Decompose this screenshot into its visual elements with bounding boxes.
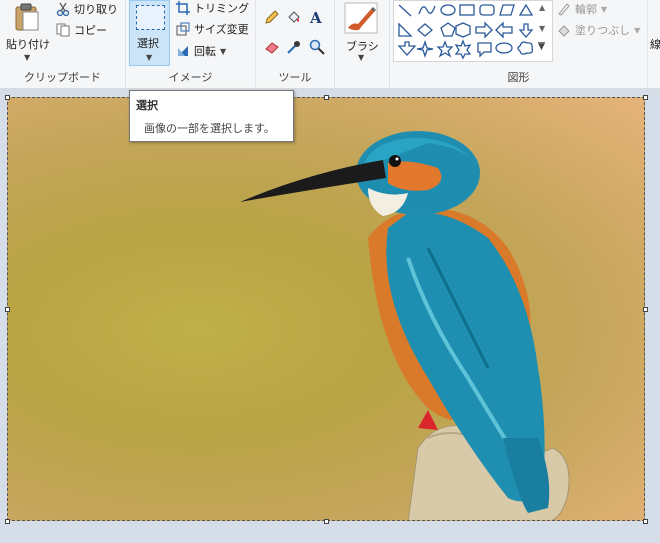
brush-dropdown-icon[interactable]: ▼ xyxy=(358,53,364,62)
resize-icon xyxy=(176,22,190,36)
outline-icon xyxy=(558,3,570,16)
outline-label: 輪郭 xyxy=(575,3,597,16)
kingfisher-illustration xyxy=(240,131,570,520)
shapes-scroll-up-icon[interactable]: ▲ xyxy=(539,3,545,12)
paste-label: 貼り付け xyxy=(6,38,50,51)
tooltip-title: 選択 xyxy=(136,99,158,112)
shapes-expand-icon[interactable]: ▼ xyxy=(538,42,545,52)
outline-button[interactable]: 輪郭 ▼ xyxy=(557,1,607,17)
fill-button[interactable]: 塗りつぶし ▼ xyxy=(557,22,640,38)
eraser-icon[interactable] xyxy=(264,39,280,55)
copy-icon xyxy=(56,23,70,37)
paste-button[interactable]: 貼り付け ▼ xyxy=(0,0,52,66)
resize-handle-mid-right[interactable] xyxy=(643,307,648,312)
shape-fill-icon xyxy=(558,25,570,37)
paste-dropdown-icon[interactable]: ▼ xyxy=(24,53,30,62)
magnifier-icon[interactable] xyxy=(309,39,325,55)
shapes-group-label: 図形 xyxy=(507,71,530,84)
pencil-icon[interactable] xyxy=(264,9,280,25)
brush-button[interactable]: ブラシ ▼ xyxy=(338,0,386,66)
crop-label: トリミング xyxy=(194,2,249,15)
resize-handle-top-left[interactable] xyxy=(5,95,10,100)
shapes-gallery-icons xyxy=(397,3,534,60)
resize-handle-bottom-left[interactable] xyxy=(5,519,10,524)
brush-icon xyxy=(344,2,378,34)
text-icon[interactable]: A xyxy=(309,9,325,25)
crop-button[interactable]: トリミング xyxy=(176,0,249,16)
crop-icon xyxy=(176,1,190,15)
clipboard-group-label: クリップボード xyxy=(24,71,101,84)
resize-handle-top-right[interactable] xyxy=(643,95,648,100)
clipboard-group: 貼り付け ▼ 切り取り コピー クリップボード xyxy=(0,0,126,88)
kingfisher-photo[interactable] xyxy=(7,97,645,521)
copy-label: コピー xyxy=(74,24,107,37)
rotate-label: 回転 xyxy=(194,45,216,58)
resize-handle-bottom-mid[interactable] xyxy=(324,519,329,524)
brush-label: ブラシ xyxy=(346,40,379,53)
rotate-button[interactable]: 回転 ▼ xyxy=(176,43,226,59)
shapes-gallery[interactable] xyxy=(393,0,553,62)
rotate-icon xyxy=(178,46,188,56)
select-label: 選択 xyxy=(137,37,159,50)
tools-group-label: ツール xyxy=(278,71,312,84)
select-tooltip: 選択 画像の一部を選択します。 xyxy=(129,90,294,142)
outline-dropdown-icon[interactable]: ▼ xyxy=(601,5,607,14)
line-width-label: 線 xyxy=(650,38,660,51)
tooltip-description: 画像の一部を選択します。 xyxy=(144,122,275,135)
cut-button[interactable]: 切り取り xyxy=(56,1,118,17)
paste-icon xyxy=(15,3,39,31)
color-picker-icon[interactable] xyxy=(286,39,302,55)
fill-icon[interactable] xyxy=(286,9,302,25)
tools-group: A ツール xyxy=(256,0,335,88)
select-dropdown-icon[interactable]: ▼ xyxy=(146,53,152,62)
resize-handle-bottom-right[interactable] xyxy=(643,519,648,524)
copy-button[interactable]: コピー xyxy=(56,22,107,38)
resize-label: サイズ変更 xyxy=(194,23,249,36)
ribbon: 貼り付け ▼ 切り取り コピー クリップボード イメージ 選択 ▼ トリミング … xyxy=(0,0,660,89)
scissors-icon xyxy=(56,2,70,16)
fill-dropdown-icon[interactable]: ▼ xyxy=(634,26,640,35)
svg-text:A: A xyxy=(309,9,322,25)
fill-label: 塗りつぶし xyxy=(575,24,631,37)
resize-handle-mid-left[interactable] xyxy=(5,307,10,312)
resize-handle-top-mid[interactable] xyxy=(324,95,329,100)
image-group-label: イメージ xyxy=(168,71,213,84)
resize-button[interactable]: サイズ変更 xyxy=(176,21,249,37)
shapes-scroll-down-icon[interactable]: ▼ xyxy=(539,24,545,33)
rotate-dropdown-icon[interactable]: ▼ xyxy=(220,47,226,56)
select-button[interactable]: 選択 ▼ xyxy=(129,0,170,66)
select-icon xyxy=(136,5,165,30)
cut-label: 切り取り xyxy=(74,3,118,16)
